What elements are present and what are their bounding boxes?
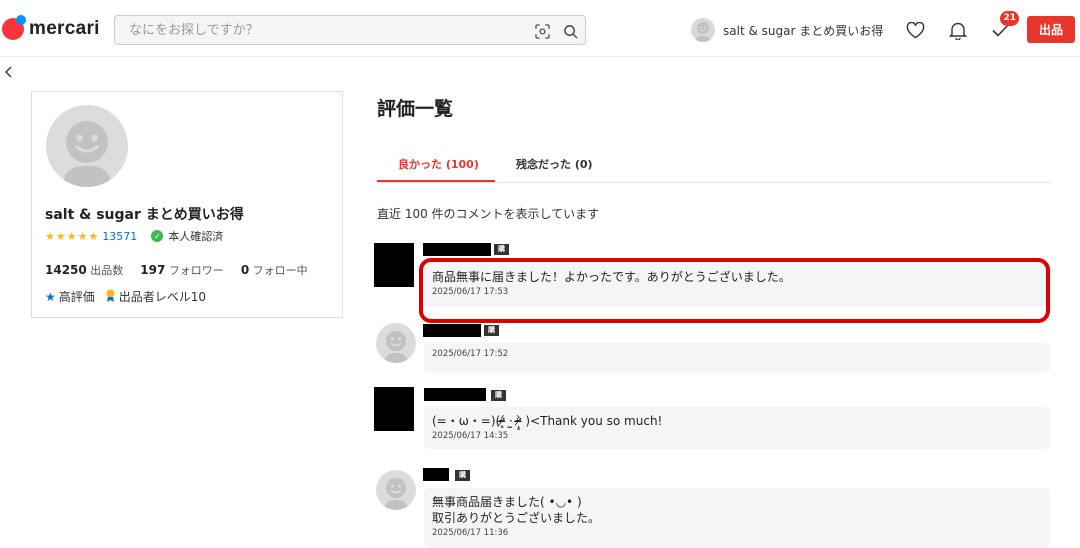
following-count: 0	[240, 263, 250, 277]
buyer-tag: 購入者	[491, 390, 506, 421]
todo-checklist-icon[interactable]: 21	[990, 11, 1019, 41]
rating-stars: ★★★★★	[45, 229, 100, 243]
reviewer-name-redacted	[423, 243, 491, 256]
badge-seller-level: 出品者レベル10	[118, 290, 207, 304]
search-input[interactable]	[129, 20, 509, 40]
top-header: mercari salt & sugar まとめ買いお得	[0, 0, 1080, 57]
following-label[interactable]: フォロー中	[253, 264, 308, 277]
reviewer-avatar[interactable]	[374, 243, 414, 287]
sell-button[interactable]: 出品	[1027, 16, 1075, 43]
account-menu[interactable]: salt & sugar まとめ買いお得	[691, 18, 883, 42]
followers-label[interactable]: フォロワー	[169, 264, 224, 277]
active-tab-indicator	[377, 180, 495, 182]
review-text: (=・ω・=)(ᵒ̴̶̷̥́ ·̫ ᵒ̴̶̷̣̥̀ )<Thank you so…	[432, 414, 663, 428]
camera-search-icon[interactable]	[533, 22, 551, 40]
favorites-heart-icon[interactable]	[904, 19, 926, 41]
review-bubble: 無事商品届きました( •◡• ) 取引ありがとうございました。 2025/06/…	[424, 488, 1050, 548]
badge-high-rating: 高評価	[58, 290, 95, 304]
review-date: 2025/06/17 17:52	[432, 349, 509, 359]
review-bubble: (=・ω・=)(ᵒ̴̶̷̥́ ·̫ ᵒ̴̶̷̣̥̀ )<Thank you so…	[424, 407, 1050, 449]
verified-label: 本人確認済	[168, 230, 224, 243]
mercari-logo-icon	[2, 15, 26, 40]
reviewer-avatar[interactable]	[376, 470, 416, 510]
reviewer-avatar[interactable]	[374, 387, 414, 431]
search-bar	[114, 15, 586, 45]
user-avatar	[691, 18, 715, 42]
highlight-annotation	[419, 258, 1050, 323]
review-date: 2025/06/17 11:36	[432, 528, 509, 538]
todo-count-badge: 21	[1000, 11, 1019, 26]
listings-count: 14250	[45, 263, 87, 277]
search-icon[interactable]	[561, 22, 579, 40]
rating-tabs: 良かった (100) 残念だった (0)	[377, 146, 1050, 183]
rating-row: ★★★★★ 13571 ✓ 本人確認済	[45, 228, 223, 244]
reviewer-avatar[interactable]	[376, 323, 416, 363]
logo-text: mercari	[29, 18, 100, 39]
reviewer-name-redacted	[423, 324, 481, 337]
verified-check-icon: ✓	[151, 230, 164, 242]
comments-summary: 直近 100 件のコメントを表示しています	[377, 207, 600, 221]
seller-stats: 14250 出品数 197 フォロワー 0 フォロー中	[45, 262, 308, 278]
review-bubble: 2025/06/17 17:52	[424, 343, 1050, 373]
seller-profile-card: salt & sugar まとめ買いお得 ★★★★★ 13571 ✓ 本人確認済…	[31, 91, 343, 318]
buyer-tag: 購入者	[455, 470, 470, 501]
reviewer-name-redacted	[424, 388, 486, 401]
user-name: salt & sugar まとめ買いお得	[723, 23, 884, 38]
followers-count: 197	[140, 263, 166, 277]
notification-bell-icon[interactable]	[947, 19, 969, 41]
back-arrow-icon[interactable]	[4, 64, 14, 83]
review-date: 2025/06/17 14:35	[432, 431, 509, 441]
tab-bad[interactable]: 残念だった (0)	[516, 156, 593, 172]
mercari-logo[interactable]: mercari	[2, 15, 100, 40]
identity-verified: ✓ 本人確認済	[151, 228, 223, 244]
page-title: 評価一覧	[377, 98, 454, 120]
review-text: 無事商品届きました( •◡• )	[432, 495, 582, 509]
high-rating-star-icon: ★	[45, 289, 56, 304]
review-count-link[interactable]: 13571	[102, 230, 137, 243]
seller-badges: ★ 高評価 出品者レベル10	[45, 288, 206, 305]
buyer-tag: 購入者	[484, 325, 499, 356]
reviewer-name-redacted	[423, 468, 449, 481]
buyer-tag: 購入者	[494, 244, 509, 275]
tab-good[interactable]: 良かった (100)	[398, 156, 479, 172]
listings-label: 出品数	[90, 264, 124, 277]
seller-avatar[interactable]	[46, 105, 128, 187]
seller-level-medal-icon	[105, 289, 116, 305]
review-text-line2: 取引ありがとうございました。	[432, 511, 601, 525]
seller-name: salt & sugar まとめ買いお得	[45, 207, 244, 223]
